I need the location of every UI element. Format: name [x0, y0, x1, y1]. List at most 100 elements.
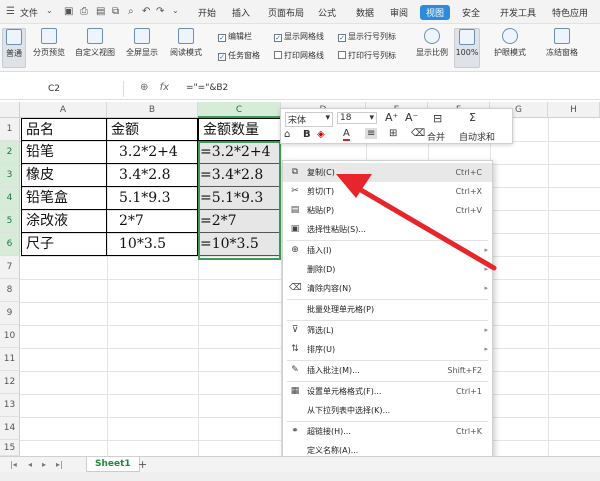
prev-sheet-icon[interactable]: ◂ [28, 460, 32, 469]
column-header-c[interactable]: C [198, 102, 281, 118]
table-cell[interactable]: 3.4*2.8 [107, 164, 198, 187]
bold-icon[interactable]: B [303, 129, 311, 140]
font-color-icon[interactable]: A [343, 128, 350, 141]
row-header[interactable]: 9 [0, 302, 20, 325]
table-cell[interactable]: 橡皮 [21, 164, 107, 187]
table-cell[interactable]: 铅笔 [21, 141, 107, 164]
autosum-button[interactable]: 自动求和 [459, 130, 495, 143]
zoom-button[interactable]: 显示比例 [412, 28, 452, 58]
tab-security[interactable]: 安全 [462, 6, 480, 19]
row-header[interactable]: 5 [0, 210, 20, 233]
select-all-corner[interactable] [0, 102, 20, 118]
tab-formulas[interactable]: 公式 [318, 6, 336, 19]
table-cell[interactable]: 铅笔盒 [21, 187, 107, 210]
task-pane-checkbox[interactable]: ✓ 任务窗格 [218, 50, 260, 61]
fullscreen-button[interactable]: 全屏显示 [122, 28, 162, 58]
table-cell[interactable]: =2*7 [198, 210, 280, 233]
border-icon[interactable]: ⊞ [389, 128, 397, 139]
first-sheet-icon[interactable]: |◂ [10, 460, 17, 469]
table-header-cell[interactable]: 品名 [21, 118, 107, 141]
row-header[interactable]: 8 [0, 279, 20, 302]
export-icon[interactable]: ⧉ [112, 6, 119, 17]
tab-data[interactable]: 数据 [356, 6, 374, 19]
row-header[interactable]: 13 [0, 394, 20, 417]
tab-insert[interactable]: 插入 [232, 6, 250, 19]
column-header-a[interactable]: A [20, 102, 107, 118]
zoom-100-button[interactable]: 100% [454, 28, 480, 68]
menu-item-format-cells[interactable]: ▦ 设置单元格格式(F)... Ctrl+1 [283, 382, 492, 401]
add-sheet-icon[interactable]: + [138, 458, 147, 471]
row-header[interactable]: 10 [0, 325, 20, 348]
table-cell[interactable]: 涂改液 [21, 210, 107, 233]
column-header-h[interactable]: H [548, 102, 600, 118]
search-replace-icon[interactable]: ⌕ [128, 6, 134, 17]
menu-icon[interactable]: ☰ [6, 6, 15, 17]
row-header[interactable]: 7 [0, 256, 20, 279]
print-icon[interactable]: ▤ [96, 6, 105, 17]
table-cell[interactable]: 2*7 [107, 210, 198, 233]
menu-item-pick-from-list[interactable]: 从下拉列表中选择(K)... [283, 401, 492, 420]
fill-color-icon[interactable]: ◈ [317, 129, 325, 140]
menu-item-clear[interactable]: ⌫ 清除内容(N) ▸ [283, 279, 492, 298]
menu-item-batch[interactable]: 批量处理单元格(P) [283, 300, 492, 319]
column-header-b[interactable]: B [107, 102, 198, 118]
print-row-col-checkbox[interactable]: 打印行号列标 [338, 50, 396, 61]
chevron-down-icon[interactable]: ⌄ [46, 6, 53, 15]
normal-view-button[interactable]: 普通 [2, 28, 26, 68]
fx-icon[interactable]: fx [160, 82, 169, 93]
table-header-cell[interactable]: 金额数量 [198, 118, 281, 141]
chevron-down-icon[interactable]: ⌄ [172, 6, 179, 15]
row-header[interactable]: 6 [0, 233, 20, 256]
formula-input[interactable]: ="="&B2 [186, 83, 228, 93]
print-preview-icon[interactable]: ⎙ [80, 6, 88, 17]
table-header-cell[interactable]: 金额 [107, 118, 198, 141]
table-cell[interactable]: 5.1*9.3 [107, 187, 198, 210]
next-sheet-icon[interactable]: ▸ [42, 460, 46, 469]
row-header[interactable]: 12 [0, 371, 20, 394]
file-menu[interactable]: 文件 [20, 6, 38, 19]
menu-item-sort[interactable]: ⇅ 排序(U) ▸ [283, 340, 492, 359]
custom-view-button[interactable]: 自定义视图 [72, 28, 118, 58]
reading-mode-button[interactable]: 阅读模式 [164, 28, 208, 58]
table-cell[interactable]: =3.4*2.8 [198, 164, 280, 187]
freeze-panes-button[interactable]: 冻结窗格 [538, 28, 586, 58]
table-cell[interactable]: =5.1*9.3 [198, 187, 280, 210]
row-header[interactable]: 11 [0, 348, 20, 371]
show-row-col-checkbox[interactable]: ✓ 显示行号列标 [338, 31, 396, 42]
row-header[interactable]: 3 [0, 164, 20, 187]
zoom-search-icon[interactable]: ⊕ [140, 82, 148, 93]
page-break-preview-button[interactable]: 分页预览 [30, 28, 68, 58]
tab-page-layout[interactable]: 页面布局 [268, 6, 304, 19]
edit-bar-checkbox[interactable]: ✓ 编辑栏 [218, 31, 252, 42]
row-header[interactable]: 2 [0, 141, 20, 164]
tab-developer[interactable]: 开发工具 [500, 6, 536, 19]
tab-home[interactable]: 开始 [198, 6, 216, 19]
menu-item-filter[interactable]: ⊽ 筛选(L) ▸ [283, 321, 492, 340]
format-painter-icon[interactable]: ⌂ [284, 129, 290, 140]
redo-icon[interactable]: ↷ [156, 6, 164, 17]
align-icon[interactable]: ≡ [365, 128, 378, 139]
sheet-tab-sheet1[interactable]: Sheet1 [86, 457, 140, 472]
last-sheet-icon[interactable]: ▸| [56, 460, 63, 469]
increase-font-icon[interactable]: A⁺ [385, 111, 398, 124]
row-header[interactable]: 4 [0, 187, 20, 210]
menu-item-insert-comment[interactable]: ✎ 插入批注(M)... Shift+F2 [283, 361, 492, 380]
table-cell[interactable]: 尺子 [21, 233, 107, 256]
table-cell[interactable]: 3.2*2+4 [107, 141, 198, 164]
eye-protect-button[interactable]: 护眼模式 [490, 28, 530, 58]
row-header[interactable]: 15 [0, 440, 20, 456]
table-cell[interactable]: 10*3.5 [107, 233, 198, 256]
row-header[interactable]: 1 [0, 118, 20, 141]
undo-icon[interactable]: ↶ [142, 6, 150, 17]
font-size-select[interactable]: 18 ▾ [337, 112, 377, 124]
save-icon[interactable]: ▣ [64, 6, 73, 17]
tab-review[interactable]: 审阅 [390, 6, 408, 19]
table-cell[interactable]: =3.2*2+4 [198, 141, 280, 164]
table-cell[interactable]: =10*3.5 [198, 233, 280, 256]
tab-view[interactable]: 视图 [420, 5, 451, 20]
menu-item-hyperlink[interactable]: ⚭ 超链接(H)... Ctrl+K [283, 422, 492, 441]
font-select[interactable]: 宋体 ▾ [285, 112, 333, 127]
merge-button[interactable]: 合并 [427, 130, 445, 143]
name-box[interactable]: C2 [4, 81, 124, 97]
tab-features[interactable]: 特色应用 [552, 6, 588, 19]
